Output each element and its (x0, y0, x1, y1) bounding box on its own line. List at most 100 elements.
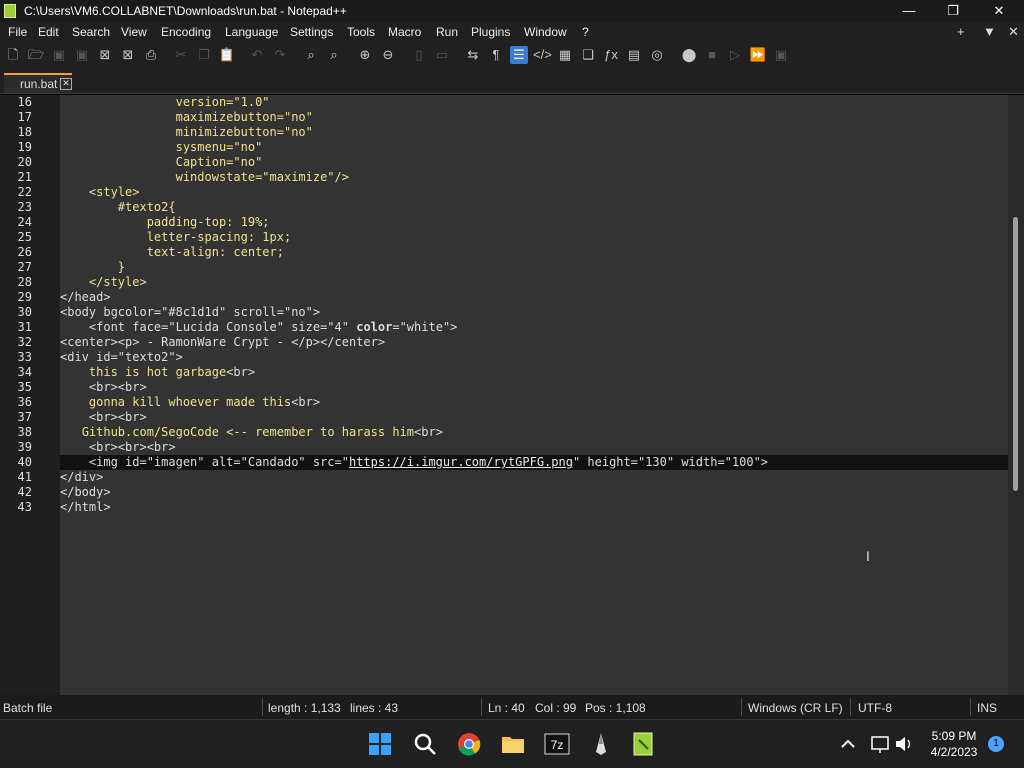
function-list-icon[interactable]: ƒx (602, 46, 620, 64)
sync-horizontal-icon[interactable]: ▭ (433, 46, 451, 64)
close-all-icon[interactable]: ⊠ (119, 46, 137, 64)
search-icon[interactable] (411, 730, 439, 758)
menu-settings[interactable]: Settings (290, 25, 333, 39)
status-insert-mode[interactable]: INS (977, 701, 997, 715)
system-clock[interactable]: 5:09 PM 4/2/2023 (918, 728, 990, 760)
monitoring-icon[interactable]: ◎ (648, 46, 666, 64)
close-file-icon[interactable]: ⊠ (96, 46, 114, 64)
undo-icon[interactable]: ↶ (248, 46, 266, 64)
new-tab-plus-icon[interactable]: + (957, 24, 965, 39)
code-line[interactable]: Github.com/SegoCode <-- remember to hara… (60, 425, 1008, 440)
notepadpp-taskbar-icon[interactable] (630, 730, 658, 758)
redo-icon[interactable]: ↷ (271, 46, 289, 64)
code-line[interactable]: </head> (60, 290, 1008, 305)
minimize-button[interactable]: — (886, 0, 932, 22)
code-line[interactable]: Caption="no" (60, 155, 1008, 170)
code-line[interactable]: version="1.0" (60, 95, 1008, 110)
7zip-icon[interactable]: 7z (543, 730, 571, 758)
new-file-icon[interactable]: 🗋 (4, 46, 22, 64)
code-line[interactable]: <body bgcolor="#8c1d1d" scroll="no"> (60, 305, 1008, 320)
menu-plugins[interactable]: Plugins (471, 25, 510, 39)
save-all-icon[interactable]: ▣ (73, 46, 91, 64)
menu-window[interactable]: Window (524, 25, 567, 39)
menu-search[interactable]: Search (72, 25, 110, 39)
file-explorer-icon[interactable] (499, 730, 527, 758)
menu-help[interactable]: ? (582, 25, 589, 39)
run-macro-multiple-icon[interactable]: ⏩ (749, 46, 767, 64)
menu-file[interactable]: File (8, 25, 27, 39)
indent-guide-icon[interactable]: ☰ (510, 46, 528, 64)
inkscape-icon[interactable] (587, 730, 615, 758)
code-line[interactable]: <font face="Lucida Console" size="4" col… (60, 320, 1008, 335)
code-line[interactable]: padding-top: 19%; (60, 215, 1008, 230)
show-hidden-icons-chevron-up-icon[interactable] (834, 730, 862, 758)
code-line[interactable]: </div> (60, 470, 1008, 485)
menu-run[interactable]: Run (436, 25, 458, 39)
replace-icon[interactable]: ⌕ (325, 46, 343, 64)
code-line[interactable]: } (60, 260, 1008, 275)
code-line[interactable]: </body> (60, 485, 1008, 500)
code-line[interactable]: this is hot garbage<br> (60, 365, 1008, 380)
status-eol-format[interactable]: Windows (CR LF) (748, 701, 843, 715)
folder-as-workspace-icon[interactable]: ▤ (625, 46, 643, 64)
menu-view[interactable]: View (121, 25, 147, 39)
code-line[interactable]: text-align: center; (60, 245, 1008, 260)
menu-encoding[interactable]: Encoding (161, 25, 211, 39)
document-map-icon[interactable]: ▦ (556, 46, 574, 64)
code-line[interactable]: <center><p> - RamonWare Crypt - </p></ce… (60, 335, 1008, 350)
tab-close-icon[interactable]: ✕ (60, 78, 72, 90)
document-list-icon[interactable]: ❏ (579, 46, 597, 64)
save-icon[interactable]: ▣ (50, 46, 68, 64)
code-line[interactable]: sysmenu="no" (60, 140, 1008, 155)
maximize-button[interactable]: ❐ (930, 0, 976, 22)
code-line[interactable]: <br><br><br> (60, 440, 1008, 455)
cut-icon[interactable]: ✂ (172, 46, 190, 64)
close-document-icon[interactable]: ✕ (1008, 24, 1019, 40)
user-defined-language-icon[interactable]: </> (533, 46, 552, 64)
windows-start-icon[interactable] (366, 730, 394, 758)
menu-tools[interactable]: Tools (347, 25, 375, 39)
zoom-in-icon[interactable]: ⊕ (356, 46, 374, 64)
code-line[interactable]: <div id="texto2"> (60, 350, 1008, 365)
sync-vertical-icon[interactable]: ▯ (410, 46, 428, 64)
chrome-icon[interactable] (455, 730, 483, 758)
code-line[interactable]: minimizebutton="no" (60, 125, 1008, 140)
code-line[interactable]: <br><br> (60, 380, 1008, 395)
code-line[interactable]: </html> (60, 500, 1008, 515)
volume-icon[interactable] (890, 730, 918, 758)
record-macro-icon[interactable]: ⬤ (680, 46, 698, 64)
menu-language[interactable]: Language (225, 25, 278, 39)
status-encoding[interactable]: UTF-8 (858, 701, 892, 715)
code-text-area[interactable]: version="1.0" maximizebutton="no" minimi… (60, 95, 1008, 695)
save-macro-icon[interactable]: ▣ (772, 46, 790, 64)
scrollbar-thumb[interactable] (1013, 217, 1018, 491)
stop-recording-icon[interactable]: ■ (703, 46, 721, 64)
notification-badge[interactable]: 1 (988, 736, 1004, 752)
code-line[interactable]: maximizebutton="no" (60, 110, 1008, 125)
code-line[interactable]: <img id="imagen" alt="Candado" src="http… (60, 455, 1008, 470)
print-icon[interactable]: ⎙ (142, 46, 160, 64)
code-line[interactable]: windowstate="maximize"/> (60, 170, 1008, 185)
code-line[interactable]: letter-spacing: 1px; (60, 230, 1008, 245)
close-button[interactable]: ✕ (976, 0, 1022, 22)
tab-list-dropdown-icon[interactable]: ▼ (983, 24, 996, 39)
code-line[interactable]: gonna kill whoever made this<br> (60, 395, 1008, 410)
tab-run-bat[interactable]: run.bat ✕ (4, 73, 72, 93)
code-line[interactable]: <br><br> (60, 410, 1008, 425)
line-number: 30 (17, 305, 32, 319)
copy-icon[interactable]: ❐ (195, 46, 213, 64)
open-file-icon[interactable]: 🗁 (27, 46, 45, 64)
editor-area[interactable]: 16 17 18 19 20 21 22 23 24 25 26 27 28 29 30 31 32 33 34 35… (0, 95, 1024, 695)
paste-icon[interactable]: 📋 (218, 46, 236, 64)
find-icon[interactable]: ⌕ (302, 46, 320, 64)
menu-macro[interactable]: Macro (388, 25, 421, 39)
show-all-characters-icon[interactable]: ¶ (487, 46, 505, 64)
code-line[interactable]: #texto2{ (60, 200, 1008, 215)
code-line[interactable]: <style> (60, 185, 1008, 200)
word-wrap-icon[interactable]: ⇆ (464, 46, 482, 64)
code-line[interactable]: </style> (60, 275, 1008, 290)
zoom-out-icon[interactable]: ⊖ (379, 46, 397, 64)
line-number-gutter[interactable]: 16 17 18 19 20 21 22 23 24 25 26 27 28 29 30 31 32 33 34 35… (0, 95, 60, 695)
play-macro-icon[interactable]: ▷ (726, 46, 744, 64)
menu-edit[interactable]: Edit (38, 25, 59, 39)
